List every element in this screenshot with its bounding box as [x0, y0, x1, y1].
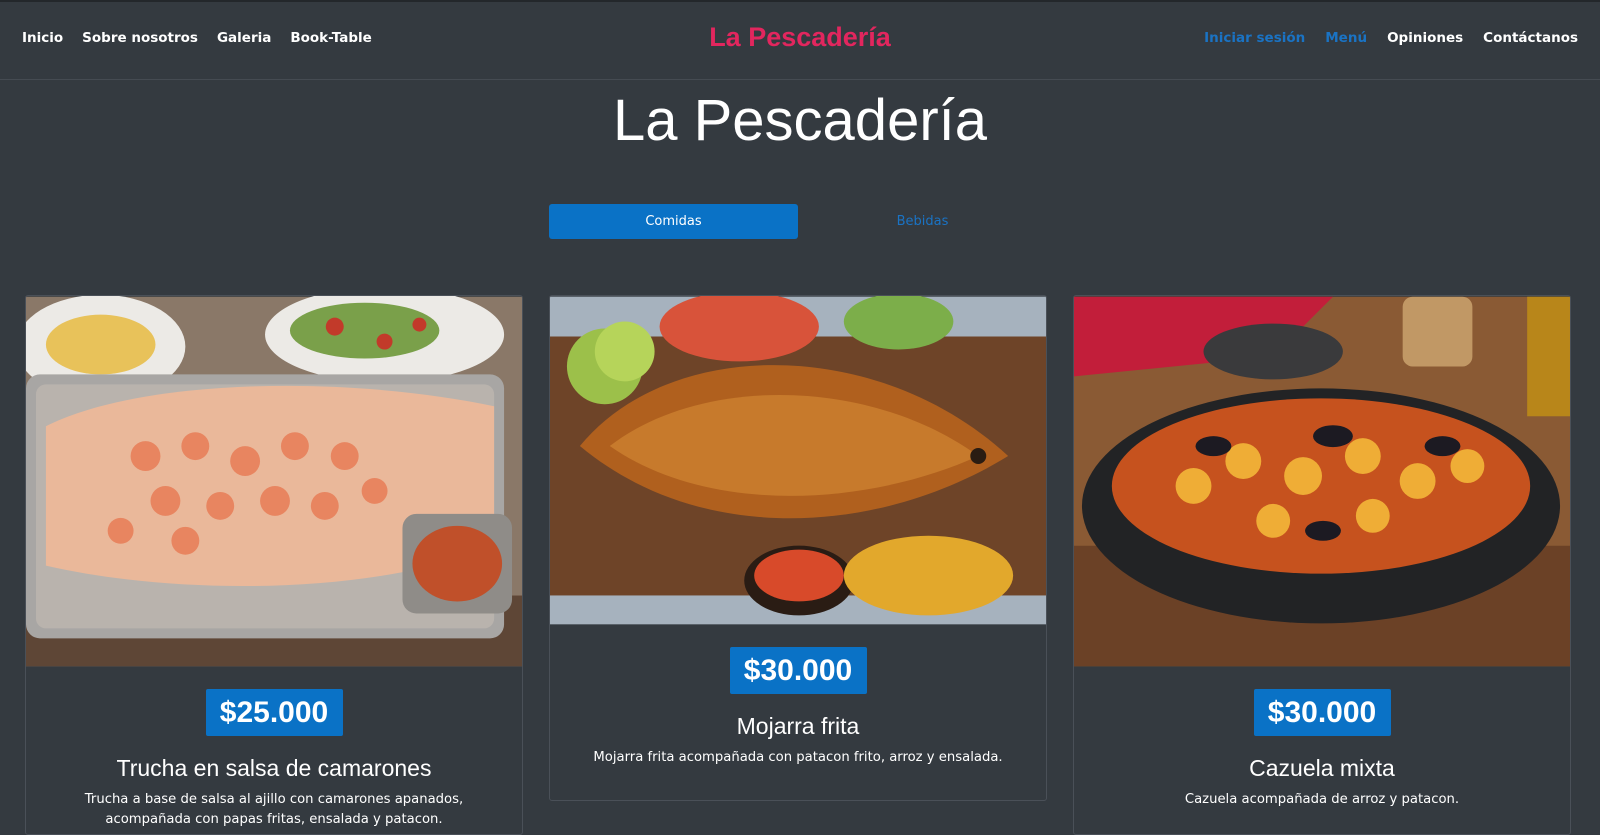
- price-badge: $25.000: [205, 689, 343, 736]
- tab-comidas[interactable]: Comidas: [549, 204, 798, 239]
- price-badge: $30.000: [729, 647, 867, 694]
- page-title: La Pescadería: [612, 88, 988, 153]
- dish-description: Mojarra frita acompañada con patacon fri…: [593, 750, 1003, 765]
- tab-bebidas[interactable]: Bebidas: [798, 204, 1047, 239]
- dish-description: Trucha a base de salsa al ajillo con cam…: [84, 792, 464, 827]
- price-badge: $30.000: [1253, 689, 1391, 736]
- brand-logo[interactable]: La Pescadería: [709, 22, 891, 52]
- top-navbar: Inicio Sobre nosotros Galeria Book-Table…: [0, 0, 1600, 80]
- nav-left: Inicio Sobre nosotros Galeria Book-Table: [22, 30, 391, 46]
- nav-link-galeria[interactable]: Galeria: [217, 30, 271, 46]
- menu-card-trucha: $25.000 Trucha en salsa de camarones Tru…: [25, 295, 523, 835]
- dish-title: Trucha en salsa de camarones: [116, 755, 432, 781]
- window-top-border: [0, 0, 1600, 2]
- menu-card-mojarra: $30.000 Mojarra frita Mojarra frita acom…: [549, 295, 1047, 801]
- nav-link-sobre-nosotros[interactable]: Sobre nosotros: [82, 30, 198, 46]
- nav-right: Iniciar sesión Menú Opiniones Contáctano…: [1184, 30, 1578, 46]
- dish-description: Cazuela acompañada de arroz y patacon.: [1184, 792, 1460, 807]
- dish-image-mojarra: [550, 296, 1046, 625]
- nav-link-opiniones[interactable]: Opiniones: [1387, 30, 1463, 46]
- dish-title: Mojarra frita: [736, 713, 860, 739]
- nav-link-inicio[interactable]: Inicio: [22, 30, 63, 46]
- menu-card-cazuela: $30.000 Cazuela mixta Cazuela acompañada…: [1073, 295, 1571, 835]
- nav-link-menu[interactable]: Menú: [1325, 30, 1367, 46]
- dish-image-cazuela: [1074, 296, 1570, 667]
- dish-title: Cazuela mixta: [1249, 755, 1395, 781]
- nav-link-book-table[interactable]: Book-Table: [290, 30, 371, 46]
- nav-link-iniciar-sesion[interactable]: Iniciar sesión: [1204, 30, 1305, 46]
- dish-image-trucha: [26, 296, 522, 667]
- nav-link-contactanos[interactable]: Contáctanos: [1483, 30, 1578, 46]
- menu-tabs: Comidas Bebidas: [549, 204, 1047, 239]
